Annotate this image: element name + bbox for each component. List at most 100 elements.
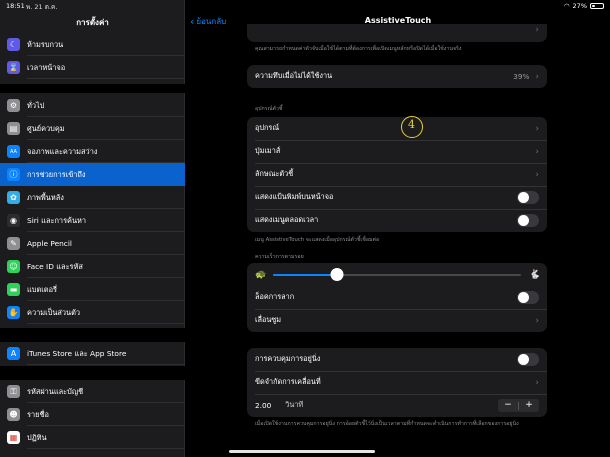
battery-icon: ▬ <box>7 283 20 296</box>
hand-icon: ✋ <box>7 306 20 319</box>
flower-icon: ✿ <box>7 191 20 204</box>
sidebar-item[interactable]: ✋ ความเป็นส่วนตัว <box>0 301 185 324</box>
pointer-devices-header: อุปกรณ์ตัวชี้ <box>255 106 283 112</box>
sidebar-item-label: ความเป็นส่วนตัว <box>27 301 185 324</box>
sidebar-item-label: แบตเตอรี่ <box>27 278 185 301</box>
sidebar-item[interactable]: ⚙ ทั่วไป <box>0 94 185 117</box>
sidebar-item[interactable]: ☾ ห้ามรบกวน <box>0 33 185 56</box>
accessibility-icon: ⓘ <box>7 168 20 181</box>
pointer-style-label: ลักษณะตัวชี้ <box>255 169 294 178</box>
sidebar-item[interactable]: ⓘ การช่วยการเข้าถึง <box>0 163 185 186</box>
battery-percent: 27% <box>572 2 587 10</box>
dwell-time-stepper[interactable]: − + <box>498 399 539 412</box>
devices-label: อุปกรณ์ <box>255 123 280 132</box>
scrolled-row[interactable]: › <box>247 24 547 42</box>
custom-actions-group[interactable]: › <box>247 24 547 42</box>
moon-icon: ☾ <box>7 38 20 51</box>
always-show-menu-toggle[interactable] <box>517 214 539 227</box>
dwell-time-value: 2.00 <box>255 401 272 410</box>
sidebar-item-label: เวลาหน้าจอ <box>27 56 185 79</box>
show-keyboard-label: แสดงแป้นพิมพ์บนหน้าจอ <box>255 192 334 201</box>
wifi-icon: ◠ <box>563 2 570 10</box>
movement-tolerance-row[interactable]: ขีดจำกัดการเคลื่อนที่ › <box>247 371 547 394</box>
chevron-right-icon: › <box>535 25 539 35</box>
switches-icon: ▤ <box>7 122 20 135</box>
movement-tolerance-label: ขีดจำกัดการเคลื่อนที่ <box>255 377 321 386</box>
chevron-right-icon: › <box>535 169 539 180</box>
sidebar-item[interactable]: ☺ Face ID และรหัส <box>0 255 185 278</box>
always-show-menu-row: แสดงเมนูตลอดเวลา <box>247 209 547 232</box>
status-bar: 18:51 พ. 21 ต.ค. ◠ 27% <box>0 0 610 12</box>
sidebar-item-label: รหัสผ่านและบัญชี <box>27 380 185 403</box>
sidebar-item[interactable]: ☻ รายชื่อ <box>0 403 185 426</box>
sidebar-item[interactable]: ✎ Apple Pencil <box>0 232 185 255</box>
mouse-keys-row[interactable]: ปุ่มเมาส์ › <box>247 140 547 163</box>
sidebar-item[interactable]: ⚿ รหัสผ่านและบัญชี <box>0 380 185 403</box>
gear-icon: ⚙ <box>7 99 20 112</box>
sidebar-item-label: Face ID และรหัส <box>27 255 185 278</box>
siri-icon: ◉ <box>7 214 20 227</box>
rabbit-icon: 🐇 <box>529 269 541 280</box>
pointer-style-row[interactable]: ลักษณะตัวชี้ › <box>247 163 547 186</box>
show-keyboard-toggle[interactable] <box>517 191 539 204</box>
idle-opacity-group[interactable]: ความทึบเมื่อไม่ได้ใช้งาน 39% › <box>247 65 547 88</box>
pencil-icon: ✎ <box>7 237 20 250</box>
drag-lock-label: ล็อคการลาก <box>255 292 295 301</box>
sidebar-item[interactable]: AA จอภาพและความสว่าง <box>0 140 185 163</box>
drag-lock-row: ล็อคการลาก <box>247 286 547 309</box>
sidebar-item-label: Siri และการค้นหา <box>27 209 185 232</box>
chevron-left-icon: ‹ <box>190 15 195 28</box>
sidebar-title: การตั้งค่า <box>76 18 109 27</box>
devices-row[interactable]: อุปกรณ์ › <box>247 117 547 140</box>
tracking-speed-slider[interactable] <box>273 267 521 281</box>
dwell-time-unit: วินาที <box>285 400 304 409</box>
dwell-control-toggle[interactable] <box>517 353 539 366</box>
sidebar-item[interactable]: AiTunes Store และ App Store <box>0 342 185 365</box>
annotation-number: 4 <box>408 118 415 131</box>
sidebar-item-label: รายชื่อ <box>27 403 185 426</box>
sidebar-item-label: จอภาพและความสว่าง <box>27 140 185 163</box>
decrement-button[interactable]: − <box>498 399 518 412</box>
app-store-icon: A <box>7 347 20 360</box>
sidebar-item[interactable]: ▤ ศูนย์ควบคุม <box>0 117 185 140</box>
tracking-speed-header: ความเร็วการตามรอย <box>255 254 304 260</box>
status-indicators: ◠ 27% <box>564 2 604 10</box>
sidebar-item[interactable]: ⌛ เวลาหน้าจอ <box>0 56 185 79</box>
drag-lock-toggle[interactable] <box>517 291 539 304</box>
sidebar-item[interactable]: ▬ แบตเตอรี่ <box>0 278 185 301</box>
chevron-right-icon: › <box>535 123 539 134</box>
sidebar-item-label: ห้ามรบกวน <box>27 33 185 56</box>
idle-opacity-row[interactable]: ความทึบเมื่อไม่ได้ใช้งาน 39% › <box>247 65 547 88</box>
aa-icon: AA <box>7 145 20 158</box>
chevron-right-icon: › <box>535 71 539 82</box>
sidebar-item[interactable]: ▦ ปฏิทิน <box>0 426 185 449</box>
key-icon: ⚿ <box>7 385 20 398</box>
turtle-icon: 🐢 <box>255 269 267 280</box>
show-keyboard-row: แสดงแป้นพิมพ์บนหน้าจอ <box>247 186 547 209</box>
pointer-devices-group: อุปกรณ์ › ปุ่มเมาส์ › ลักษณะตัวชี้ › แสด… <box>247 117 547 232</box>
dwell-control-row: การควบคุมการอยู่นิ่ง <box>247 348 547 371</box>
sidebar-item-label: ศูนย์ควบคุม <box>27 117 185 140</box>
back-label: ย้อนกลับ <box>196 17 227 26</box>
battery-icon <box>590 3 604 9</box>
sidebar-item-label: iTunes Store และ App Store <box>27 342 185 365</box>
dwell-time-row: 2.00 วินาที − + <box>247 394 547 417</box>
sidebar-item[interactable]: ◉ Siri และการค้นหา <box>0 209 185 232</box>
sidebar-item-label: การช่วยการเข้าถึง <box>27 170 86 179</box>
sidebar-group-gap <box>0 366 185 380</box>
contacts-icon: ☻ <box>7 408 20 421</box>
increment-button[interactable]: + <box>519 399 539 412</box>
dwell-group: การควบคุมการอยู่นิ่ง ขีดจำกัดการเคลื่อนท… <box>247 348 547 417</box>
sidebar-item[interactable]: ✿ ภาพพื้นหลัง <box>0 186 185 209</box>
top-caption: คุณสามารถกำหนดค่าตัวจับเมื่อใช้ได้ตามที่… <box>255 46 462 52</box>
zoom-pan-label: เลื่อนซูม <box>255 315 282 324</box>
slider-thumb[interactable] <box>330 267 344 281</box>
sidebar-item-label: ทั่วไป <box>27 94 185 117</box>
sidebar-item-label: ภาพพื้นหลัง <box>27 186 185 209</box>
zoom-pan-row[interactable]: เลื่อนซูม › <box>247 309 547 332</box>
home-indicator[interactable] <box>229 450 375 453</box>
back-button[interactable]: ‹ ย้อนกลับ <box>190 15 226 28</box>
hourglass-icon: ⌛ <box>7 61 20 74</box>
devices-caption: เมนู AssistiveTouch จะแสดงเมื่ออุปกรณ์ตั… <box>255 237 380 243</box>
sidebar-group-gap <box>0 84 185 93</box>
